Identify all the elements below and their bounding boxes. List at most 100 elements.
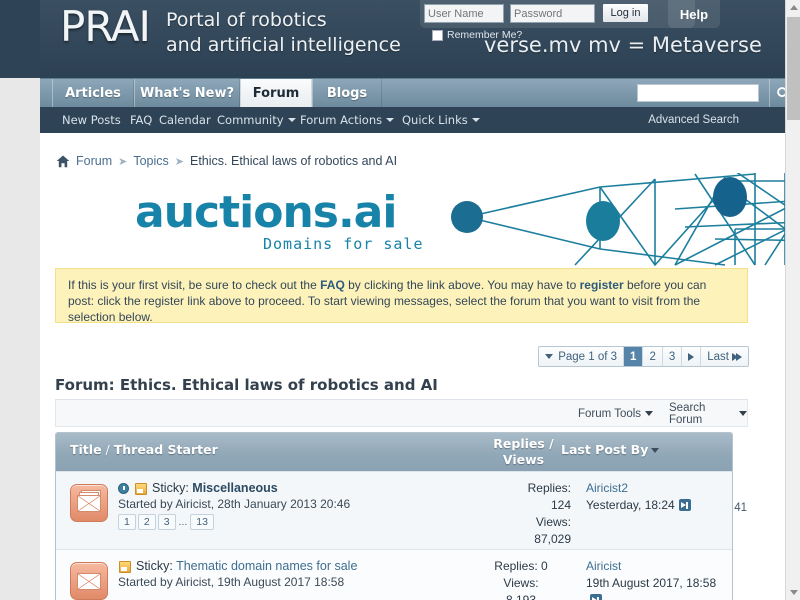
tagline-line-2: and artificial intelligence <box>165 34 401 56</box>
username-input[interactable] <box>424 4 504 23</box>
scroll-down-button[interactable] <box>786 585 800 600</box>
node <box>451 201 483 233</box>
thread-list-table: Title / Thread Starter Replies / Views L… <box>55 432 733 600</box>
thread-title-line: Sticky: Miscellaneous <box>152 481 278 495</box>
subnav-new-posts[interactable]: New Posts <box>62 107 121 133</box>
envelope-front <box>77 573 101 590</box>
chevron-double-right-icon-2 <box>736 352 742 361</box>
page-summary-dropdown[interactable]: Page 1 of 3 <box>539 347 625 366</box>
login-button[interactable]: Log in <box>602 3 649 23</box>
chevron-down-icon <box>739 411 747 416</box>
subnav-faq[interactable]: FAQ <box>130 107 152 133</box>
page-2-button[interactable]: 2 <box>643 347 663 366</box>
main-navigation: Articles What's New? Forum Blogs <box>40 78 791 108</box>
chevron-down-icon <box>471 118 480 122</box>
thread-title-link[interactable]: Miscellaneous <box>192 481 277 495</box>
last-post-time: 19th August 2017, 18:58 <box>586 576 717 590</box>
thread-status-icon-wrap <box>70 484 108 522</box>
last-post-time: Yesterday, 18:24 <box>586 498 675 512</box>
page-title: Forum: Ethics. Ethical laws of robotics … <box>55 376 438 394</box>
column-header-title-thread-starter[interactable]: Title / Thread Starter <box>70 442 218 457</box>
scroll-up-button[interactable] <box>786 0 800 15</box>
thread-status-icon-wrap <box>70 562 108 600</box>
goto-last-post-icon[interactable] <box>678 499 691 511</box>
replies-views-cell: Replies: 0 Views: 8,193 <box>456 558 586 600</box>
site-tagline: Portal of robotics and artificial intell… <box>166 8 401 58</box>
ad-title: auctions.ai <box>135 187 397 238</box>
forum-toolbar: Forum Tools Search Forum <box>55 400 748 427</box>
search-forum-button[interactable]: Search Forum <box>669 400 747 427</box>
subnav-forum-actions[interactable]: Forum Actions <box>300 107 395 133</box>
mini-page-3[interactable]: 3 <box>157 514 176 530</box>
envelope-icon <box>70 562 108 600</box>
scrollbar-thumb[interactable] <box>787 17 800 120</box>
thread-title-link[interactable]: Thematic domain names for sale <box>176 559 357 573</box>
replies-label: Replies: <box>527 481 571 495</box>
thread-title-line: Sticky: Thematic domain names for sale <box>136 559 357 573</box>
chevron-right-icon <box>688 352 695 361</box>
content-area: Forum ➤ Topics ➤ Ethics. Ethical laws of… <box>40 133 800 600</box>
breadcrumb-separator-icon: ➤ <box>174 155 184 168</box>
tab-whats-new[interactable]: What's New? <box>134 79 240 108</box>
notice-register-link[interactable]: register <box>580 278 624 292</box>
home-icon[interactable] <box>56 155 70 168</box>
sort-descending-icon <box>651 448 660 453</box>
advertisement-banner[interactable]: auctions.ai Domains for sale <box>55 173 800 268</box>
envelope-front <box>77 495 101 512</box>
page-3-button[interactable]: 3 <box>662 347 683 366</box>
password-input[interactable] <box>510 4 595 23</box>
breadcrumb: Forum ➤ Topics ➤ Ethics. Ethical laws of… <box>56 154 397 168</box>
first-visit-notice: If this is your first visit, be sure to … <box>55 268 748 324</box>
breadcrumb-link-forum[interactable]: Forum <box>76 154 112 168</box>
notice-faq-link[interactable]: FAQ <box>320 278 345 292</box>
mini-page-last[interactable]: 13 <box>190 514 214 530</box>
last-post-user-link[interactable]: Airicist <box>586 559 621 573</box>
help-button[interactable]: Help <box>668 0 720 28</box>
chevron-up-icon <box>789 5 798 10</box>
clock-icon <box>118 483 129 494</box>
thread-mini-pagination: 1 2 3 ... 13 <box>118 514 214 530</box>
secondary-navigation: New Posts FAQ Calendar Community Forum A… <box>40 107 785 133</box>
search-input[interactable] <box>637 84 759 102</box>
vertical-scrollbar[interactable] <box>785 0 800 600</box>
mini-page-1[interactable]: 1 <box>118 514 136 530</box>
thread-starter-info: Started by Airicist, 19th August 2017 18… <box>118 575 345 589</box>
column-header-last-post-by[interactable]: Last Post By <box>561 442 660 457</box>
notice-part-1: If this is your first visit, be sure to … <box>68 278 321 292</box>
pagination-control: Page 1 of 3 1 2 3 Last <box>538 346 749 367</box>
column-header-replies-views[interactable]: Replies / Views <box>481 436 566 468</box>
last-post-cell: Airicist 19th August 2017, 18:58 <box>586 558 732 600</box>
sticky-prefix: Sticky: <box>152 481 189 495</box>
advanced-search-link[interactable]: Advanced Search <box>648 107 739 133</box>
views-value: 8,193 <box>505 593 537 600</box>
subnav-calendar[interactable]: Calendar <box>159 107 211 133</box>
chevron-down-icon <box>645 411 654 416</box>
tab-forum[interactable]: Forum <box>240 79 312 108</box>
subnav-quick-links[interactable]: Quick Links <box>402 107 480 133</box>
sticky-icon <box>119 561 131 573</box>
mini-page-2[interactable]: 2 <box>137 514 156 530</box>
chevron-down-icon <box>789 590 798 595</box>
goto-last-post-icon[interactable] <box>590 594 602 600</box>
table-row[interactable]: Sticky: Thematic domain names for sale S… <box>56 549 732 600</box>
page-1-button[interactable]: 1 <box>624 347 644 366</box>
last-page-button[interactable]: Last <box>701 347 748 366</box>
tagline-line-1: Portal of robotics <box>165 9 327 31</box>
tab-articles[interactable]: Articles <box>52 79 134 108</box>
last-post-user-link[interactable]: Airicist2 <box>586 481 628 495</box>
subnav-community[interactable]: Community <box>217 107 296 133</box>
views-label: Views: <box>535 515 571 529</box>
next-page-button[interactable] <box>682 347 702 366</box>
replies-label: Replies: <box>494 559 538 573</box>
remember-me-checkbox[interactable] <box>432 29 443 41</box>
table-row[interactable]: Sticky: Miscellaneous Started by Airicis… <box>56 471 732 549</box>
breadcrumb-separator-icon: ➤ <box>118 155 128 168</box>
tab-blogs[interactable]: Blogs <box>312 79 382 108</box>
replies-value: 0 <box>541 559 548 573</box>
notice-part-2: by clicking the link above. You may have… <box>344 278 580 292</box>
last-post-cell: Airicist2 Yesterday, 18:24 <box>586 480 691 514</box>
forum-tools-button[interactable]: Forum Tools <box>578 400 654 427</box>
site-logo[interactable]: PRAI Portal of robotics and artificial i… <box>60 4 401 58</box>
views-value: 87,029 <box>534 532 571 546</box>
breadcrumb-link-topics[interactable]: Topics <box>133 154 168 168</box>
